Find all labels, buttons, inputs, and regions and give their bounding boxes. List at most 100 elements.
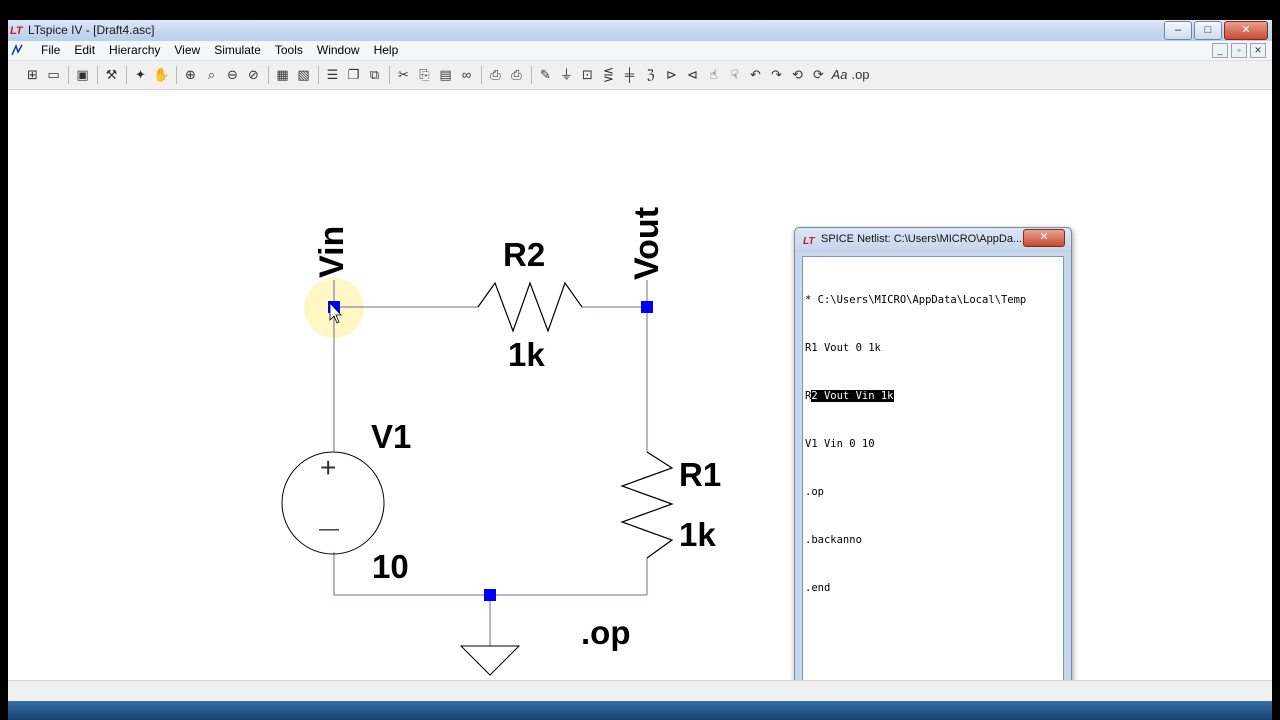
document-icon[interactable]	[10, 44, 24, 57]
menu-window[interactable]: Window	[310, 43, 367, 57]
zoom-fit-icon[interactable]: ⊘	[243, 65, 264, 85]
inductor-icon[interactable]: ℨ	[640, 65, 661, 85]
toolbar-separator	[385, 65, 393, 85]
menu-hierarchy[interactable]: Hierarchy	[102, 43, 167, 57]
netlist-line: .backanno	[805, 534, 862, 546]
r1-name-label[interactable]: R1	[679, 456, 721, 494]
text-icon[interactable]: Aa	[829, 65, 850, 85]
node-ground[interactable]	[484, 589, 496, 601]
v1-minus-sign: —	[319, 518, 339, 540]
redo-icon[interactable]: ↷	[766, 65, 787, 85]
screen: LT LTspice IV - [Draft4.asc] – □ ✕ File …	[8, 0, 1280, 720]
autorange-icon[interactable]: ▦	[272, 65, 293, 85]
copy-icon[interactable]: ⎘	[414, 65, 435, 85]
undo-icon[interactable]: ↶	[745, 65, 766, 85]
v1-name-label[interactable]: V1	[371, 418, 411, 456]
drag-hand-icon[interactable]: ☟	[724, 65, 745, 85]
node-vout[interactable]	[641, 301, 653, 313]
netlist-text-area[interactable]: * C:\Users\MICRO\AppData\Local\Temp R1 V…	[802, 256, 1064, 705]
print-icon[interactable]: ⎙	[506, 65, 527, 85]
halt-hand-icon[interactable]: ✋	[151, 65, 172, 85]
toolbar-separator	[527, 65, 535, 85]
title-bar: LT LTspice IV - [Draft4.asc] – □ ✕	[8, 20, 1272, 42]
menu-edit[interactable]: Edit	[67, 43, 102, 57]
net-label-vout[interactable]: Vout	[628, 207, 667, 280]
mdi-restore-button[interactable]: ▫	[1231, 43, 1247, 58]
move-hand-icon[interactable]: ☝	[703, 65, 724, 85]
menu-help[interactable]: Help	[367, 43, 406, 57]
toolbar-separator	[122, 65, 130, 85]
zoom-pan-icon[interactable]: ⌕	[201, 65, 222, 85]
r2-value-label[interactable]: 1k	[508, 336, 545, 374]
rotate-icon[interactable]: ⟲	[787, 65, 808, 85]
resistor-r2[interactable]	[477, 281, 583, 333]
menu-simulate[interactable]: Simulate	[207, 43, 268, 57]
toolbar-separator	[172, 65, 180, 85]
toolbar-separator	[314, 65, 322, 85]
diode-icon[interactable]: ⊳	[661, 65, 682, 85]
menu-view[interactable]: View	[167, 43, 207, 57]
taskbar	[8, 701, 1272, 720]
window-title: LTspice IV - [Draft4.asc]	[28, 23, 155, 37]
open-folder-icon[interactable]: ▭	[43, 65, 64, 85]
spice-directive-icon[interactable]: .op	[850, 65, 871, 85]
spice-directive-op[interactable]: .op	[581, 614, 630, 652]
draw-wire-icon[interactable]: ✎	[535, 65, 556, 85]
cut-icon[interactable]: ✂	[393, 65, 414, 85]
plot-settings-icon[interactable]: ▧	[293, 65, 314, 85]
r2-name-label[interactable]: R2	[503, 236, 545, 274]
netlist-title: SPICE Netlist: C:\Users\MICRO\AppDa...	[821, 233, 1023, 245]
zoom-in-icon[interactable]: ⊕	[180, 65, 201, 85]
mdi-close-button[interactable]: ✕	[1250, 43, 1266, 58]
netlist-line: V1 Vin 0 10	[805, 438, 875, 450]
new-schematic-icon[interactable]: ⊞	[22, 65, 43, 85]
netlist-text: * C:\Users\MICRO\AppData\Local\Temp R1 V…	[805, 260, 1026, 628]
v1-plus-sign: +	[320, 452, 337, 483]
close-all-icon[interactable]: ⧉	[364, 65, 385, 85]
maximize-button[interactable]: □	[1194, 21, 1222, 40]
spice-netlist-window: LT SPICE Netlist: C:\Users\MICRO\AppDa..…	[794, 227, 1072, 715]
minimize-button[interactable]: –	[1164, 21, 1192, 40]
run-icon[interactable]: ✦	[130, 65, 151, 85]
svg-text:LT: LT	[10, 25, 24, 37]
menu-bar: File Edit Hierarchy View Simulate Tools …	[8, 41, 1272, 61]
netlist-title-bar[interactable]: LT SPICE Netlist: C:\Users\MICRO\AppDa..…	[795, 228, 1071, 252]
net-label-vin[interactable]: Vin	[313, 226, 352, 278]
netlist-line: * C:\Users\MICRO\AppData\Local\Temp	[805, 294, 1027, 306]
tile-horizontal-icon[interactable]: ☰	[322, 65, 343, 85]
ground-symbol[interactable]	[459, 645, 521, 676]
svg-text:LT: LT	[803, 236, 815, 246]
mirror-icon[interactable]: ⟳	[808, 65, 829, 85]
netlist-line: R1 Vout 0 1k	[805, 342, 881, 354]
netlist-close-button[interactable]: ✕	[1023, 229, 1065, 247]
r1-value-label[interactable]: 1k	[679, 516, 716, 554]
resistor-r1[interactable]	[620, 451, 674, 559]
paste-icon[interactable]: ▤	[435, 65, 456, 85]
menu-file[interactable]: File	[34, 43, 67, 57]
find-binoculars-icon[interactable]: ∞	[456, 65, 477, 85]
control-panel-hammer-icon[interactable]: ⚒	[101, 65, 122, 85]
ground-icon[interactable]: ⏚	[556, 65, 577, 85]
label-net-icon[interactable]: ⊡	[577, 65, 598, 85]
capacitor-icon[interactable]: ╪	[619, 65, 640, 85]
close-button[interactable]: ✕	[1224, 21, 1268, 40]
menu-tools[interactable]: Tools	[268, 43, 310, 57]
toolbar-separator	[477, 65, 485, 85]
netlist-line: .op	[805, 486, 824, 498]
toolbar: ⊞ ▭ ▣ ⚒ ✦ ✋ ⊕ ⌕ ⊖ ⊘ ▦ ▧ ☰ ❐ ⧉ ✂ ⎘ ▤ ∞ ⎙ …	[8, 61, 1272, 90]
v1-value-label[interactable]: 10	[372, 548, 409, 586]
netlist-line-selected: R2 Vout Vin 1k	[805, 388, 1026, 404]
save-icon[interactable]: ▣	[72, 65, 93, 85]
toolbar-separator	[264, 65, 272, 85]
schematic-canvas[interactable]: Vin Vout R2 1k R1 1k V1 10 .op + — LT SP…	[8, 90, 1272, 715]
component-icon[interactable]: ⊲	[682, 65, 703, 85]
print-setup-icon[interactable]: ⎙	[485, 65, 506, 85]
toolbar-separator	[93, 65, 101, 85]
resistor-icon[interactable]: ⋚	[598, 65, 619, 85]
schematic-drawing	[281, 278, 674, 676]
status-bar	[8, 680, 1272, 702]
zoom-out-icon[interactable]: ⊖	[222, 65, 243, 85]
mdi-minimize-button[interactable]: _	[1212, 43, 1228, 58]
cascade-icon[interactable]: ❐	[343, 65, 364, 85]
toolbar-separator	[64, 65, 72, 85]
